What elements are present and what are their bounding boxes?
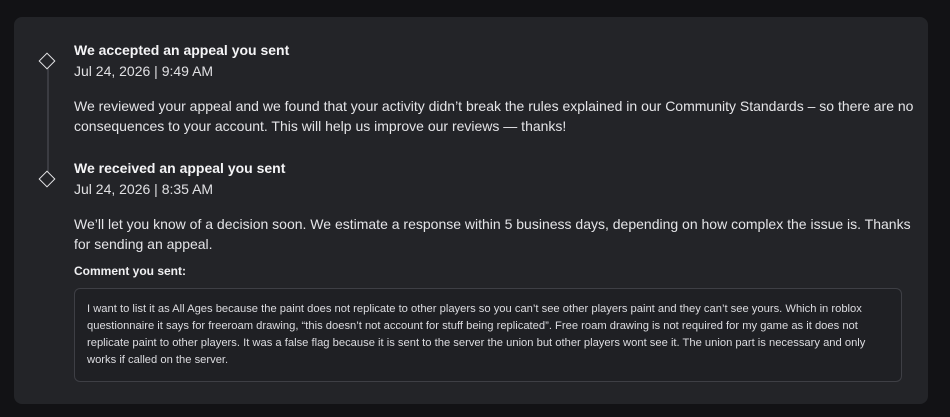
timeline-event-accepted: We accepted an appeal you sent Jul 24, 2… bbox=[74, 41, 914, 136]
timeline-connector bbox=[47, 61, 49, 181]
event-timestamp: Jul 24, 2026 | 9:49 AM bbox=[74, 63, 214, 79]
page-header-clipped bbox=[0, 0, 950, 16]
event-description: We reviewed your appeal and we found tha… bbox=[74, 98, 914, 134]
timeline-diamond-icon bbox=[38, 52, 56, 70]
comment-label: Comment you sent: bbox=[74, 264, 187, 278]
sent-comment-box: I want to list it as All Ages because th… bbox=[74, 288, 902, 382]
timeline-event-received: We received an appeal you sent Jul 24, 2… bbox=[74, 159, 914, 382]
timeline-diamond-icon bbox=[38, 170, 56, 188]
appeal-history-card: We accepted an appeal you sent Jul 24, 2… bbox=[14, 17, 928, 404]
event-timestamp: Jul 24, 2026 | 8:35 AM bbox=[74, 181, 214, 197]
event-description: We’ll let you know of a decision soon. W… bbox=[74, 216, 911, 252]
event-title: We accepted an appeal you sent bbox=[74, 42, 290, 58]
event-title: We received an appeal you sent bbox=[74, 160, 286, 176]
